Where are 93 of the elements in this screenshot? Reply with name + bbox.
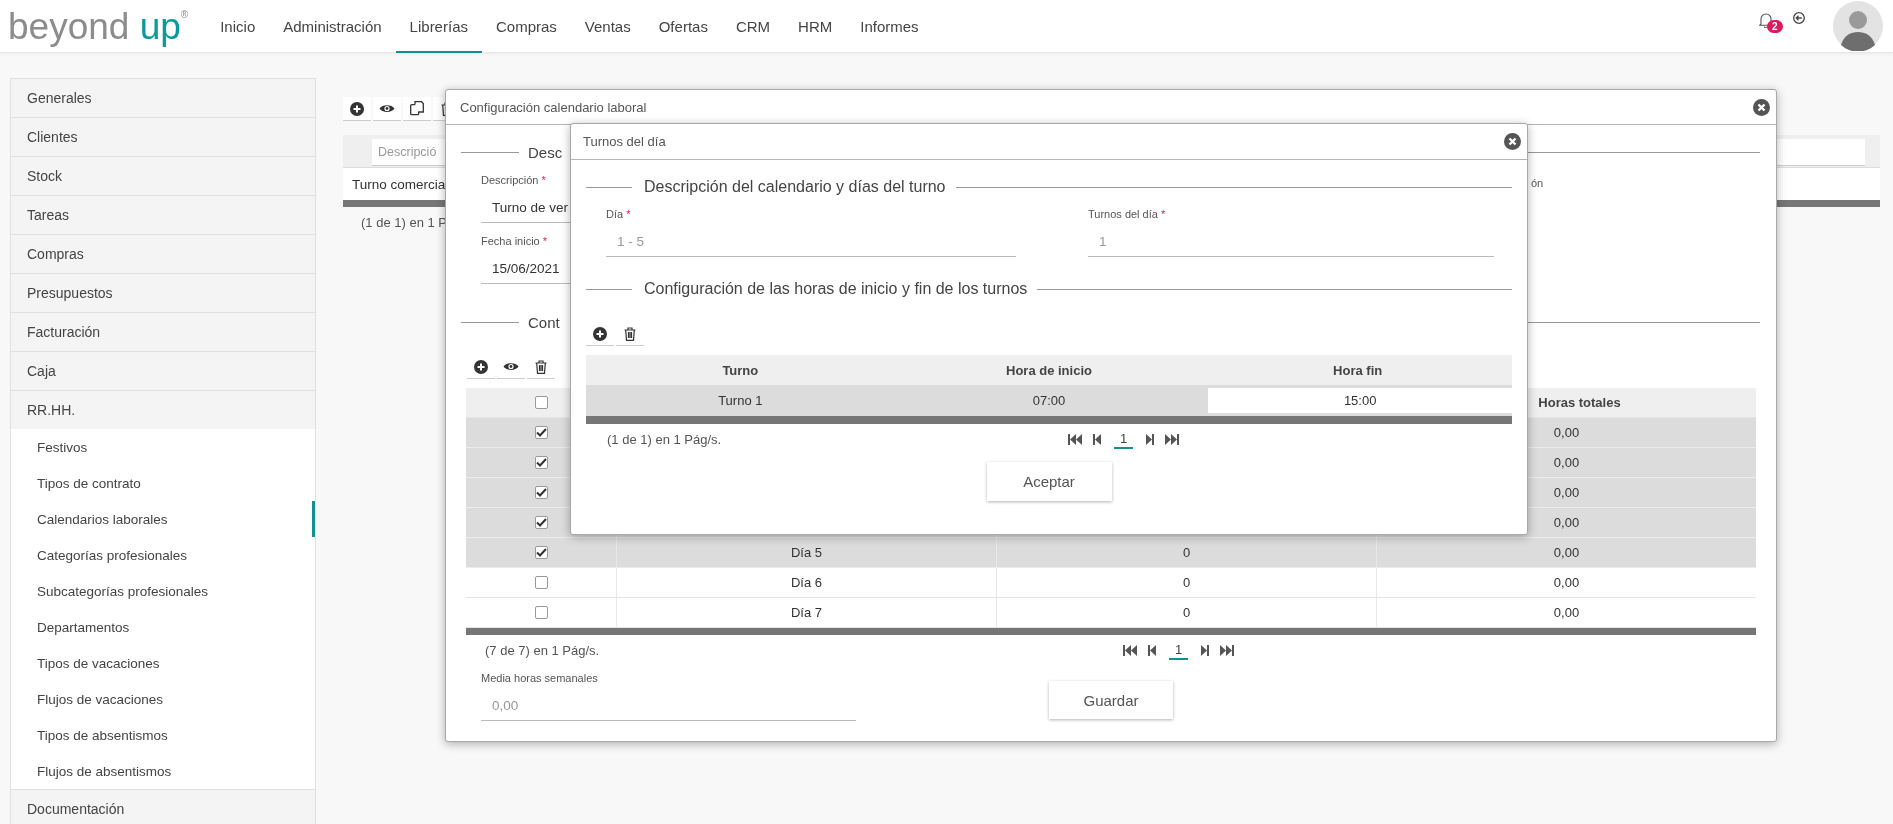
- section-title: Configuración de las horas de inicio y fin de los turnos: [643, 280, 1029, 298]
- logout-icon[interactable]: [1793, 12, 1805, 24]
- last-page-icon[interactable]: [1165, 433, 1180, 445]
- pagination-info: (7 de 7) en 1 Pág/s.: [484, 642, 601, 658]
- sidebar-item[interactable]: Generales: [11, 78, 315, 117]
- bell-icon[interactable]: [1759, 12, 1773, 28]
- table-row[interactable]: Día 7 0 0,00: [466, 598, 1756, 628]
- table-cell: Día 7: [790, 605, 823, 620]
- checkbox[interactable]: [534, 546, 548, 559]
- checkbox[interactable]: [534, 486, 548, 499]
- table-row[interactable]: Día 6 0 0,00: [466, 568, 1756, 598]
- nav-tab[interactable]: Informes: [846, 0, 933, 53]
- sidebar-item[interactable]: Presupuestos: [11, 273, 315, 312]
- brand-logo[interactable]: beyond up$^{®}$: [8, 7, 189, 45]
- dialog-title: Turnos del día: [583, 134, 666, 149]
- column-header: Hora de inicio: [1006, 362, 1092, 378]
- checkbox[interactable]: [534, 456, 548, 469]
- sidebar-item[interactable]: Caja: [11, 351, 315, 390]
- view-button[interactable]: [373, 97, 401, 121]
- save-button[interactable]: Guardar: [1049, 681, 1173, 719]
- sidebar-item[interactable]: Tareas: [11, 195, 315, 234]
- nav-tab[interactable]: Ventas: [570, 0, 645, 53]
- plus-circle-icon: [350, 101, 364, 116]
- sidebar-item[interactable]: Facturación: [11, 312, 315, 351]
- next-page-icon[interactable]: [1201, 644, 1210, 656]
- field-label: Media horas semanales: [481, 671, 598, 685]
- copy-button[interactable]: [403, 97, 431, 121]
- sidebar-item[interactable]: Stock: [11, 156, 315, 195]
- table-cell: 0,00: [1553, 605, 1580, 620]
- table-cell: 0: [1182, 545, 1191, 560]
- nav-tab[interactable]: Inicio: [206, 0, 270, 53]
- nav-tab[interactable]: Librerías: [395, 0, 482, 53]
- notification-badge: 2: [1767, 20, 1783, 33]
- field-label: Día *: [606, 207, 631, 221]
- sidebar-item[interactable]: Clientes: [11, 117, 315, 156]
- sidebar-item[interactable]: Documentación: [11, 789, 315, 824]
- page-number[interactable]: 1: [1114, 429, 1134, 449]
- plus-circle-icon: [474, 359, 488, 374]
- plus-circle-icon: [593, 326, 607, 341]
- avatar-icon[interactable]: [1833, 1, 1883, 51]
- eye-icon: [503, 361, 519, 372]
- table-cell: 0: [1182, 605, 1191, 620]
- table-cell: Turno 1: [718, 393, 763, 408]
- last-page-icon[interactable]: [1220, 644, 1235, 656]
- checkbox[interactable]: [534, 516, 548, 529]
- column-header: Hora fin: [1333, 362, 1383, 378]
- section-title: Desc: [527, 143, 564, 161]
- close-icon[interactable]: [1504, 133, 1521, 150]
- table-cell: 0,00: [1553, 575, 1580, 590]
- nav-tab[interactable]: HRM: [784, 0, 847, 53]
- table-row[interactable]: Día 5 0 0,00: [466, 538, 1756, 568]
- table-cell: Día 6: [790, 575, 823, 590]
- field-label: Fecha inicio *: [481, 234, 548, 248]
- checkbox[interactable]: [534, 396, 548, 409]
- first-page-icon[interactable]: [1068, 433, 1082, 445]
- previous-page-icon[interactable]: [1148, 644, 1156, 656]
- table-cell: 0,00: [1553, 485, 1580, 500]
- table-row[interactable]: Turno 1 07:00 15:00: [586, 385, 1512, 416]
- sidebar-item[interactable]: Compras: [11, 234, 315, 273]
- field-label: Turnos del día *: [1088, 207, 1166, 221]
- column-header: Horas totales: [1538, 395, 1621, 410]
- nav-tab[interactable]: Ofertas: [644, 0, 722, 53]
- checkbox[interactable]: [534, 576, 548, 589]
- field-label: ón: [1531, 177, 1544, 189]
- pagination-info: (1 de 1) en 1 Pág/s.: [606, 431, 723, 447]
- input-field[interactable]: 15:00: [1208, 388, 1512, 413]
- table-cell: 0,00: [1553, 545, 1580, 560]
- close-icon[interactable]: [1753, 98, 1770, 116]
- add-button[interactable]: [343, 97, 371, 121]
- checkbox[interactable]: [534, 606, 548, 619]
- section-title: Cont: [527, 313, 561, 331]
- nav-tab[interactable]: Administración: [269, 0, 396, 53]
- field-label: Descripción *: [481, 173, 546, 187]
- copy-icon: [410, 101, 424, 116]
- section-title: Descripción del calendario y días del turno: [643, 178, 947, 196]
- dialog-title: Configuración calendario laboral: [460, 99, 647, 115]
- nav-tab[interactable]: CRM: [721, 0, 785, 53]
- previous-page-icon[interactable]: [1093, 433, 1101, 445]
- first-page-icon[interactable]: [1123, 644, 1137, 656]
- accept-button[interactable]: Aceptar: [986, 462, 1112, 501]
- page-number[interactable]: 1: [1169, 640, 1189, 660]
- sidebar-item[interactable]: RR.HH.: [11, 390, 315, 429]
- table-cell: 0,00: [1553, 515, 1580, 530]
- table-cell: 07:00: [1032, 393, 1066, 408]
- eye-icon: [379, 103, 395, 114]
- next-page-icon[interactable]: [1146, 433, 1155, 445]
- nav-tab[interactable]: Compras: [481, 0, 571, 53]
- table-cell: 0: [1182, 575, 1191, 590]
- table-cell: Día 5: [790, 545, 823, 560]
- table-cell: 0,00: [1553, 425, 1580, 440]
- checkbox[interactable]: [534, 426, 548, 439]
- column-header: Turno: [722, 362, 759, 378]
- table-cell: 0,00: [1553, 455, 1580, 470]
